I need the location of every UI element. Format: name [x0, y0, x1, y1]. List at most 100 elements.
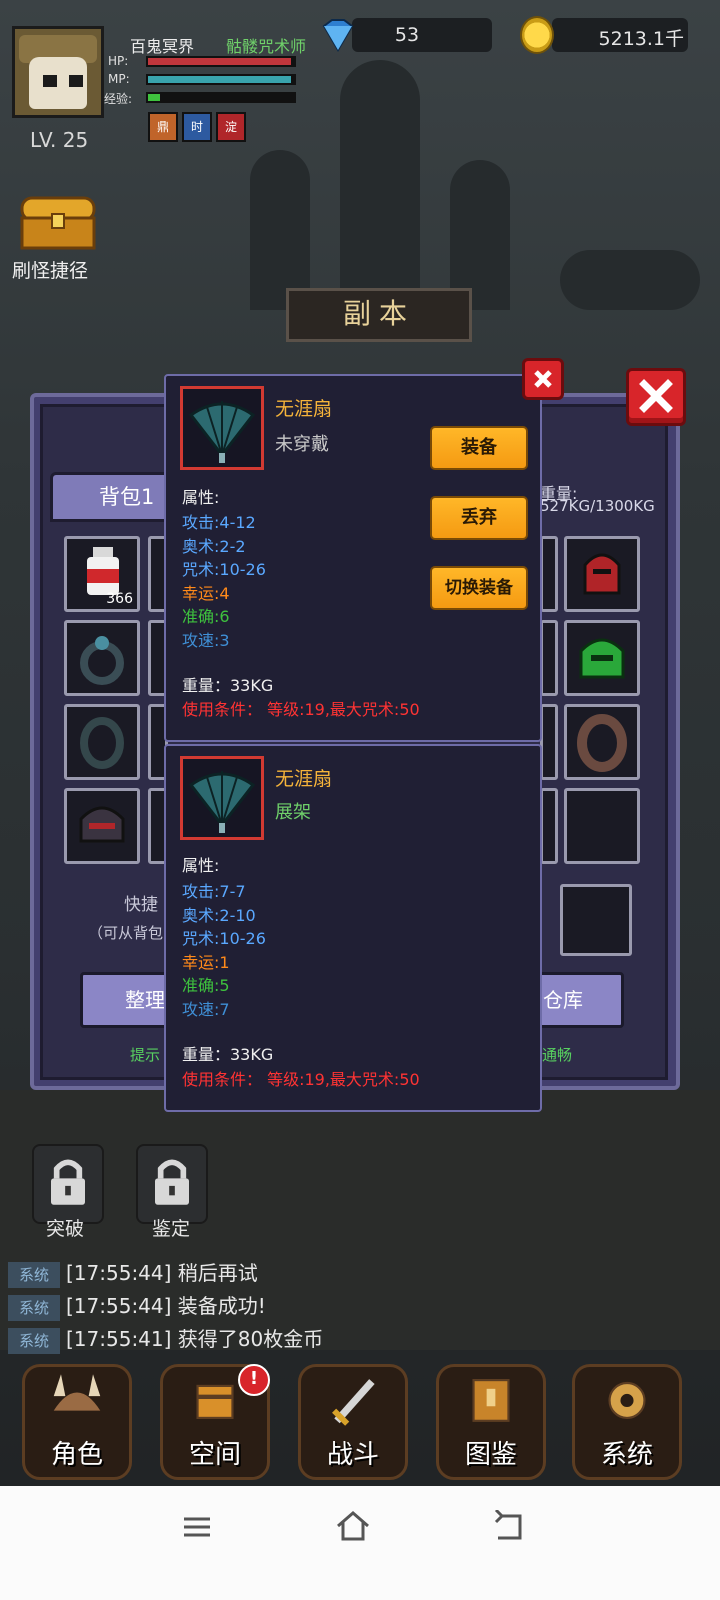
close-icon	[639, 379, 673, 413]
inventory-slot[interactable]	[540, 704, 558, 780]
log-text: [17:55:44] 稍后再试	[66, 1261, 258, 1285]
hp-bar	[146, 56, 296, 67]
exp-bar	[146, 92, 296, 103]
equip-button[interactable]: 装备	[430, 426, 528, 470]
attr-attack: 攻击:7-7	[182, 882, 246, 901]
breakthrough-button[interactable]	[32, 1144, 104, 1224]
item-requirement: 使用条件： 等级:19,最大咒术:50	[182, 1070, 420, 1089]
close-backpack-button[interactable]	[626, 368, 686, 426]
nav-label: 图鉴	[464, 1440, 517, 1470]
quick-slot-empty[interactable]	[560, 884, 632, 956]
attributes-title: 属性:	[182, 856, 220, 875]
inventory-slot[interactable]	[540, 620, 558, 696]
item-equip-status: 未穿戴	[275, 434, 329, 455]
castle-tower-left	[250, 150, 310, 310]
attributes-title: 属性:	[182, 488, 220, 507]
appraise-label: 鉴定	[152, 1218, 191, 1240]
log-tag: 系统	[8, 1261, 60, 1288]
attr-speed: 攻速:3	[182, 630, 230, 650]
inventory-slot-green-helm[interactable]	[564, 620, 640, 696]
iron-band-icon	[577, 714, 627, 772]
home-icon[interactable]	[334, 1508, 372, 1544]
close-item-card-button[interactable]	[522, 358, 564, 400]
menu-icon[interactable]	[180, 1510, 214, 1544]
nav-character[interactable]: 角色	[22, 1364, 132, 1480]
attr-arcane: 奥术:2-2	[182, 536, 246, 556]
nav-label: 角色	[50, 1440, 103, 1470]
attr-curse: 咒术:10-26	[182, 560, 266, 579]
nav-label: 空间	[188, 1440, 241, 1470]
item-thumbnail	[180, 756, 264, 840]
appraise-button[interactable]	[136, 1144, 208, 1224]
item-name: 无涯扇	[275, 768, 333, 790]
swap-equip-button[interactable]: 切换装备	[430, 566, 528, 610]
log-entry: 系统 [17:55:44] 稍后再试	[8, 1257, 258, 1288]
potion-count: 366	[106, 591, 133, 607]
inventory-slot-ring[interactable]	[64, 620, 140, 696]
inventory-slot-red-helm[interactable]	[564, 536, 640, 612]
padlock-icon	[155, 1159, 189, 1205]
log-tag: 系统	[8, 1327, 60, 1354]
alert-badge-icon: !	[238, 1364, 270, 1396]
inventory-slot-empty[interactable]	[564, 788, 640, 864]
gem-count: 53	[394, 24, 420, 46]
item-requirement: 使用条件： 等级:19,最大咒术:50	[182, 700, 420, 719]
discard-button[interactable]: 丢弃	[430, 496, 528, 540]
ring-icon	[80, 636, 124, 685]
attr-attack: 攻击:4-12	[182, 513, 256, 532]
attr-accuracy: 准确:5	[182, 976, 230, 995]
nav-system[interactable]: 系统	[572, 1364, 682, 1480]
buff-icon-2[interactable]: 时	[182, 112, 212, 142]
treasure-chest-icon[interactable]	[18, 194, 98, 252]
inventory-slot-ring-2[interactable]	[64, 704, 140, 780]
fan-icon	[188, 771, 256, 833]
log-text: [17:55:41] 获得了80枚金币	[66, 1327, 324, 1351]
dark-ring-icon	[80, 717, 124, 769]
item-display-status: 展架	[275, 802, 311, 823]
exp-label: 经验:	[104, 92, 133, 106]
sort-button[interactable]: 整理	[80, 972, 170, 1028]
tip-right: 通畅	[542, 1046, 573, 1064]
quick-hint-sub: （可从背包	[88, 924, 164, 942]
gold-coin-icon	[520, 16, 554, 54]
storage-button[interactable]: 仓库	[532, 972, 624, 1028]
inventory-slot-band[interactable]	[564, 704, 640, 780]
nav-codex[interactable]: 图鉴	[436, 1364, 546, 1480]
player-level: LV. 25	[30, 128, 89, 152]
close-icon	[534, 370, 552, 388]
monster-shortcut-label[interactable]: 刷怪捷径	[12, 256, 88, 283]
green-helmet-icon	[579, 638, 625, 679]
item-thumbnail	[180, 386, 264, 470]
quick-hint: 快捷	[124, 895, 158, 915]
system-nav-bar	[0, 1486, 720, 1600]
item-name: 无涯扇	[275, 398, 333, 420]
dark-helmet-icon	[79, 806, 125, 843]
back-icon[interactable]	[492, 1510, 526, 1544]
nav-battle[interactable]: 战斗	[298, 1364, 408, 1480]
item-weight: 重量：33KG	[182, 1045, 274, 1064]
nav-label: 战斗	[326, 1440, 379, 1470]
inventory-slot[interactable]	[540, 788, 558, 864]
log-tag: 系统	[8, 1294, 60, 1321]
red-helmet-icon	[583, 553, 621, 595]
attr-arcane: 奥术:2-10	[182, 905, 256, 925]
attr-luck: 幸运:1	[182, 952, 230, 972]
item-weight: 重量：33KG	[182, 676, 274, 695]
padlock-icon	[51, 1159, 85, 1205]
buff-icon-3[interactable]: 淀	[216, 112, 246, 142]
log-entry: 系统 [17:55:44] 装备成功!	[8, 1290, 266, 1321]
inventory-slot-helmet[interactable]	[64, 788, 140, 864]
player-avatar[interactable]	[12, 26, 104, 118]
airship	[560, 250, 700, 310]
log-entry: 系统 [17:55:41] 获得了80枚金币	[8, 1323, 323, 1354]
inventory-slot[interactable]	[540, 536, 558, 612]
inventory-slot-potion[interactable]: 366	[64, 536, 140, 612]
gold-amount: 5213.1千	[598, 28, 684, 50]
player-name: 百鬼冥界	[130, 37, 195, 56]
attribute-list: 攻击:7-7 奥术:2-10 咒术:10-26 幸运:1 准确:5 攻速:7	[182, 880, 266, 1021]
attr-speed: 攻速:7	[182, 999, 230, 1019]
hp-label: HP:	[108, 54, 129, 68]
nav-label: 系统	[600, 1440, 653, 1470]
dungeon-button[interactable]: 副本	[286, 288, 472, 342]
buff-icon-1[interactable]: 鼎	[148, 112, 178, 142]
